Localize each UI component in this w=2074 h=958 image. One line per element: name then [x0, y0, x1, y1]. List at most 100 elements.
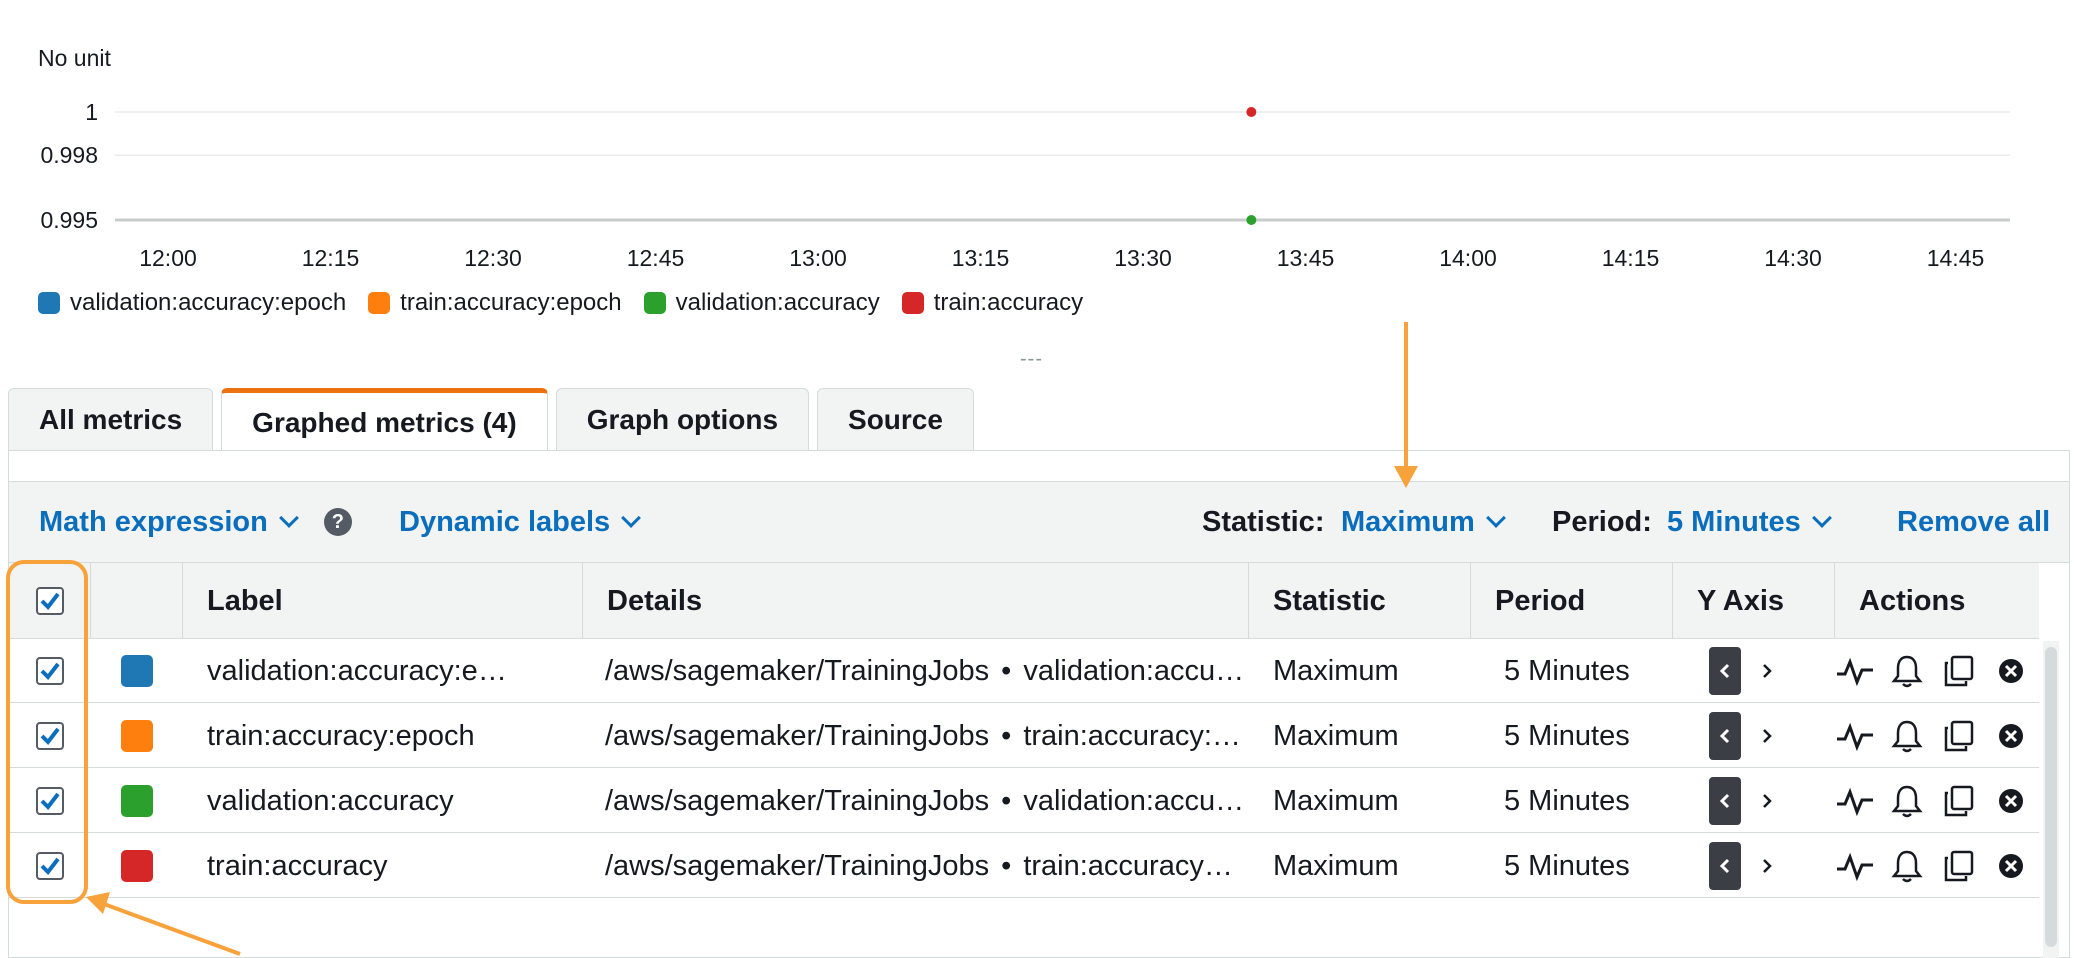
- row-period[interactable]: 5 Minutes: [1471, 834, 1673, 898]
- graph-metric-icon[interactable]: [1835, 716, 1875, 756]
- chevron-down-icon: [278, 508, 299, 528]
- row-label[interactable]: validation:accuracy:e…: [183, 639, 583, 703]
- metric-name: train:accuracy:…: [1023, 719, 1241, 752]
- remove-metric-icon[interactable]: [1991, 716, 2031, 756]
- row-y-axis: [1673, 704, 1835, 768]
- tab-all-metrics[interactable]: All metrics: [8, 388, 214, 450]
- row-label[interactable]: train:accuracy: [183, 834, 583, 898]
- copy-icon[interactable]: [1939, 716, 1979, 756]
- legend-item[interactable]: validation:accuracy: [643, 289, 880, 317]
- y-axis-left-button[interactable]: [1709, 777, 1741, 825]
- separator-dot: •: [1001, 784, 1012, 817]
- row-statistic[interactable]: Maximum: [1249, 639, 1471, 703]
- y-axis-left-button[interactable]: [1709, 647, 1741, 695]
- legend-item[interactable]: validation:accuracy:epoch: [38, 289, 346, 317]
- label-header[interactable]: Label: [183, 563, 583, 639]
- legend-item[interactable]: train:accuracy:epoch: [368, 289, 622, 317]
- table-row[interactable]: train:accuracy:epoch /aws/sagemaker/Trai…: [9, 704, 2039, 768]
- tab-graphed-metrics[interactable]: Graphed metrics (4): [221, 388, 548, 452]
- row-period[interactable]: 5 Minutes: [1471, 639, 1673, 703]
- metrics-tabs: All metrics Graphed metrics (4) Graph op…: [8, 388, 974, 452]
- y-axis-right-button[interactable]: [1751, 842, 1783, 890]
- legend-label: train:accuracy:epoch: [400, 289, 622, 316]
- graph-metric-icon[interactable]: [1835, 651, 1875, 691]
- graphed-metrics-panel: Math expression ? Dynamic labels Statist…: [8, 450, 2070, 958]
- chevron-right-icon: [1763, 729, 1772, 743]
- series-color-swatch[interactable]: [121, 720, 153, 752]
- y-axis-right-button[interactable]: [1751, 647, 1783, 695]
- y-axis-right-button[interactable]: [1751, 777, 1783, 825]
- copy-icon[interactable]: [1939, 651, 1979, 691]
- color-cell: [91, 834, 183, 898]
- x-axis-ticks: 12:00 12:15 12:30 12:45 13:00 13:15 13:30 13:45…: [139, 245, 1984, 271]
- remove-metric-icon[interactable]: [1991, 651, 2031, 691]
- bell-icon[interactable]: [1887, 781, 1927, 821]
- graph-metric-icon[interactable]: [1835, 781, 1875, 821]
- chevron-right-icon: [1763, 664, 1772, 678]
- x-tick-label: 12:15: [302, 245, 360, 271]
- table-row[interactable]: validation:accuracy:e… /aws/sagemaker/Tr…: [9, 639, 2039, 703]
- graph-metric-icon[interactable]: [1835, 846, 1875, 886]
- copy-icon[interactable]: [1939, 846, 1979, 886]
- copy-icon[interactable]: [1939, 781, 1979, 821]
- row-actions: [1835, 834, 2039, 898]
- y-axis-left-button[interactable]: [1709, 842, 1741, 890]
- bell-icon[interactable]: [1887, 846, 1927, 886]
- series-color-swatch[interactable]: [121, 785, 153, 817]
- color-header: [91, 563, 183, 639]
- remove-metric-icon[interactable]: [1991, 846, 2031, 886]
- details-text: /aws/sagemaker/TrainingJobs • train:accura…: [605, 850, 1233, 883]
- row-period[interactable]: 5 Minutes: [1471, 704, 1673, 768]
- row-statistic[interactable]: Maximum: [1249, 704, 1471, 768]
- math-expression-dropdown[interactable]: Math expression ?: [39, 506, 352, 539]
- checkbox-highlight-annotation: [6, 560, 88, 904]
- series-color-swatch[interactable]: [121, 850, 153, 882]
- chart-plot: No unit 1 0.998 0.995 12:00 12:15 12:30 12:45…: [38, 45, 2010, 271]
- row-period[interactable]: 5 Minutes: [1471, 769, 1673, 833]
- separator-dot: •: [1001, 719, 1012, 752]
- statistic-header[interactable]: Statistic: [1249, 563, 1471, 639]
- row-statistic[interactable]: Maximum: [1249, 834, 1471, 898]
- table-row[interactable]: train:accuracy /aws/sagemaker/TrainingJo…: [9, 834, 2039, 898]
- chevron-left-icon: [1719, 793, 1730, 809]
- bell-icon[interactable]: [1887, 716, 1927, 756]
- period-header[interactable]: Period: [1471, 563, 1673, 639]
- tab-source[interactable]: Source: [817, 388, 974, 450]
- period-dropdown[interactable]: 5 Minutes: [1667, 506, 1832, 539]
- legend-swatch: [38, 292, 60, 314]
- statistic-label: Statistic:: [1202, 505, 1325, 538]
- statistic-dropdown[interactable]: Maximum: [1341, 506, 1506, 539]
- row-label[interactable]: train:accuracy:epoch: [183, 704, 583, 768]
- row-actions: [1835, 769, 2039, 833]
- row-statistic[interactable]: Maximum: [1249, 769, 1471, 833]
- tab-graph-options[interactable]: Graph options: [555, 388, 810, 450]
- details-header[interactable]: Details: [583, 563, 1249, 639]
- details-text: /aws/sagemaker/TrainingJobs • validation:a…: [605, 785, 1244, 818]
- y-axis-right-button[interactable]: [1751, 712, 1783, 760]
- y-axis-left-button[interactable]: [1709, 712, 1741, 760]
- row-details: /aws/sagemaker/TrainingJobs • train:accura…: [583, 834, 1249, 898]
- dynamic-labels-dropdown[interactable]: Dynamic labels: [399, 506, 642, 539]
- help-icon[interactable]: ?: [323, 508, 352, 536]
- row-label[interactable]: validation:accuracy: [183, 769, 583, 833]
- legend-label: validation:accuracy: [675, 289, 880, 316]
- row-y-axis: [1673, 639, 1835, 703]
- details-text: /aws/sagemaker/TrainingJobs • validation:a…: [605, 655, 1244, 688]
- series-color-swatch[interactable]: [121, 655, 153, 687]
- table-row[interactable]: validation:accuracy /aws/sagemaker/Train…: [9, 769, 2039, 833]
- actions-header: Actions: [1859, 584, 1966, 617]
- details-text: /aws/sagemaker/TrainingJobs • train:accura…: [605, 720, 1241, 753]
- chevron-left-icon: [1719, 728, 1730, 744]
- remove-metric-icon[interactable]: [1991, 781, 2031, 821]
- chevron-down-icon: [621, 508, 642, 528]
- bell-icon[interactable]: [1887, 651, 1927, 691]
- row-details: /aws/sagemaker/TrainingJobs • validation:a…: [583, 639, 1249, 703]
- metrics-chart: No unit 1 0.998 0.995 12:00 12:15 12:30 12:45…: [0, 0, 2074, 370]
- resize-handle[interactable]: ---: [1020, 348, 1043, 371]
- x-tick-label: 14:15: [1602, 245, 1660, 271]
- x-tick-label: 13:30: [1114, 245, 1172, 271]
- chart-points: [1246, 107, 1257, 225]
- remove-all-button[interactable]: Remove all: [1897, 506, 2050, 539]
- scrollbar-thumb[interactable]: [2045, 647, 2057, 947]
- legend-item[interactable]: train:accuracy: [901, 289, 1083, 317]
